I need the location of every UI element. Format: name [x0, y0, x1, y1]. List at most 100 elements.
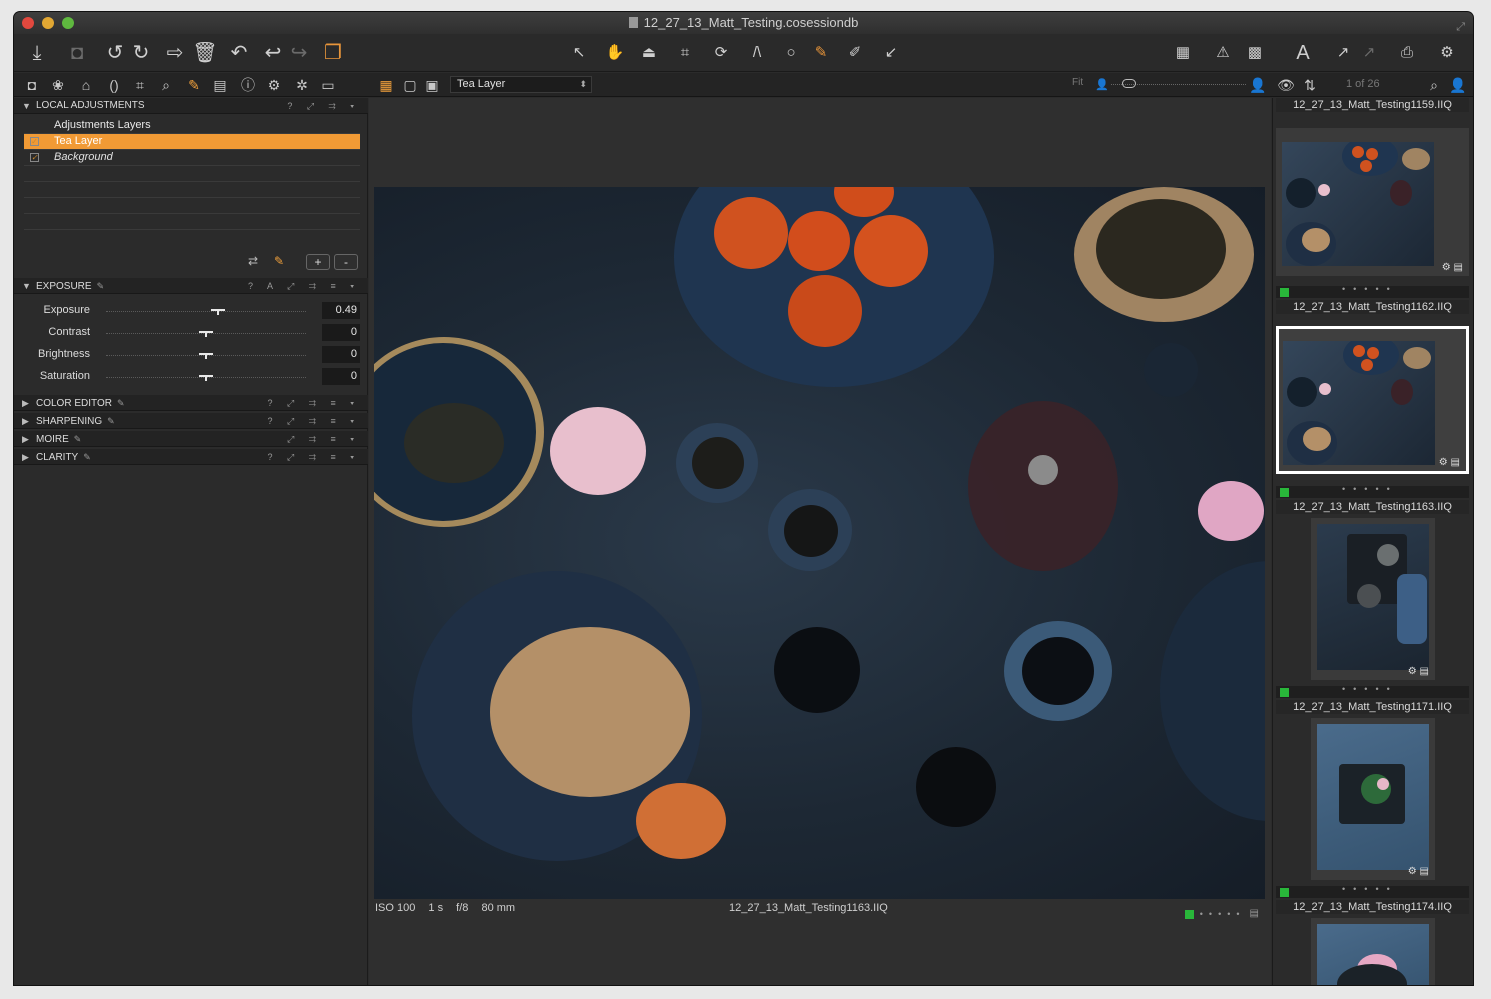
select-cursor-icon[interactable]: ↖ [566, 40, 592, 66]
minimize-window-button[interactable] [42, 17, 54, 29]
zoom-window-button[interactable] [62, 17, 74, 29]
section-tools-icon[interactable]: ⤢ ⇉ ≡ ▾ [287, 431, 360, 447]
crop-tab-icon[interactable]: ⌗ [130, 75, 150, 95]
focus-mask-icon[interactable]: ▩ [1242, 40, 1268, 66]
section-tools-icon[interactable]: ? ⤢ ⇉ ≡ ▾ [268, 413, 360, 429]
star-rating[interactable]: ••••• [1200, 909, 1246, 919]
slider-value[interactable]: 0 [322, 324, 360, 341]
color-tab-icon[interactable]: ❀ [48, 75, 68, 95]
add-layer-button[interactable]: + [306, 254, 330, 270]
sharpening-header[interactable]: ▶ SHARPENING ✎ ? ⤢ ⇉ ≡ ▾ [14, 413, 368, 429]
thumbnail-settings-icon[interactable]: ⚙ ▤ [1439, 457, 1460, 468]
layer-checkbox[interactable]: ✓ [30, 153, 39, 162]
move-to-icon[interactable]: ⇨ [162, 40, 188, 66]
camera-icon[interactable]: ◘ [64, 40, 90, 66]
brush-icon[interactable]: ✎ [808, 40, 834, 66]
color-tag-icon[interactable] [1280, 288, 1289, 297]
main-photo[interactable] [374, 187, 1265, 899]
export-icon[interactable]: ↗ [1330, 40, 1356, 66]
search-icon[interactable]: ⌕ [1424, 75, 1444, 95]
star-rating[interactable]: ••••• [1342, 884, 1398, 894]
section-tools-icon[interactable]: ? A ⤢ ⇉ ≡ ▾ [248, 278, 360, 294]
zoom-out-icon[interactable]: 👤 [1092, 75, 1112, 95]
zoom-in-icon[interactable]: 👤 [1248, 75, 1268, 95]
star-rating[interactable]: ••••• [1342, 284, 1398, 294]
batch-tab-icon[interactable]: ✲ [292, 75, 312, 95]
compare-view-icon[interactable]: ▣ [422, 75, 442, 95]
slider-knob[interactable] [199, 350, 213, 359]
sort-icon[interactable]: ⇅ [1300, 75, 1320, 95]
thumbnail[interactable]: ⚙ ▤ [1276, 128, 1469, 276]
grid-overlay-icon[interactable]: ▦ [1170, 40, 1196, 66]
single-view-icon[interactable]: ▢ [400, 75, 420, 95]
redo-icon[interactable]: ↪ [286, 40, 312, 66]
brush-icon[interactable]: ✎ [270, 254, 288, 270]
thumbnail-selected[interactable]: ⚙ ▤ [1276, 326, 1469, 474]
rotate-left-icon[interactable]: ↺ [102, 40, 128, 66]
settings-icon[interactable]: ⚙ [1434, 40, 1460, 66]
keystone-icon[interactable]: /\ [744, 40, 770, 66]
slider-knob[interactable] [199, 372, 213, 381]
remove-layer-button[interactable]: - [334, 254, 358, 270]
layer-row-tea[interactable]: ✓ Tea Layer [24, 134, 360, 150]
rotate-right-icon[interactable]: ↻ [128, 40, 154, 66]
star-rating[interactable]: ••••• [1342, 484, 1398, 494]
layer-options-icon[interactable]: ⇄ [244, 254, 262, 270]
local-adjustments-header[interactable]: ▼ LOCAL ADJUSTMENTS ? ⤢ ⇉ ▾ [14, 98, 368, 114]
variants-icon[interactable]: ❐ [320, 40, 346, 66]
color-picker-icon[interactable]: ✐ [842, 40, 868, 66]
copy-icon[interactable]: ↗ [1356, 40, 1382, 66]
slider-value[interactable]: 0 [322, 346, 360, 363]
slider-knob[interactable] [211, 306, 225, 315]
spot-removal-icon[interactable]: ○ [778, 40, 804, 66]
color-tag-icon[interactable] [1280, 488, 1289, 497]
eye-icon[interactable]: 👁 [1276, 75, 1296, 95]
slider-track[interactable] [106, 311, 306, 312]
library-tab-icon[interactable]: ▭ [318, 75, 338, 95]
fit-label[interactable]: Fit [1072, 77, 1083, 88]
lens-tab-icon[interactable]: () [104, 75, 124, 95]
section-tools-icon[interactable]: ? ⤢ ⇉ ▾ [287, 98, 360, 114]
local-adjustments-tab-icon[interactable]: ✎ [184, 75, 204, 95]
user-icon[interactable]: 👤 [1448, 75, 1468, 95]
layer-row-background[interactable]: ✓ Background [24, 150, 360, 166]
settings-tab-icon[interactable]: ⚙ [264, 75, 284, 95]
delete-icon[interactable]: 🗑 [192, 40, 218, 66]
undo-icon[interactable]: ↩ [260, 40, 286, 66]
thumbnail-settings-icon[interactable]: ⚙ ▤ [1442, 262, 1463, 273]
crop-icon[interactable]: ⌗ [672, 40, 698, 66]
color-tag-icon[interactable] [1280, 888, 1289, 897]
slider-value[interactable]: 0 [322, 368, 360, 385]
color-editor-header[interactable]: ▶ COLOR EDITOR ✎ ? ⤢ ⇉ ≡ ▾ [14, 395, 368, 411]
section-tools-icon[interactable]: ? ⤢ ⇉ ≡ ▾ [268, 395, 360, 411]
thumbnail-settings-icon[interactable]: ⚙ ▤ [1408, 866, 1429, 877]
slider-value[interactable]: 0.49 [322, 302, 360, 319]
color-tag-icon[interactable] [1280, 688, 1289, 697]
import-icon[interactable]: ⤓ [24, 40, 50, 66]
close-window-button[interactable] [22, 17, 34, 29]
rotate-icon[interactable]: ⟳ [708, 40, 734, 66]
warning-icon[interactable]: ⚠ [1210, 40, 1236, 66]
color-tag-icon[interactable] [1184, 909, 1194, 919]
clarity-header[interactable]: ▶ CLARITY ✎ ? ⤢ ⇉ ≡ ▾ [14, 449, 368, 465]
multi-view-icon[interactable]: ▦ [376, 75, 396, 95]
focus-tab-icon[interactable]: ⌕ [156, 75, 176, 95]
exposure-tab-icon[interactable]: ⌂ [76, 75, 96, 95]
text-icon[interactable]: A [1290, 40, 1316, 66]
thumbnail[interactable] [1311, 918, 1435, 985]
thumbnail-settings-icon[interactable]: ⚙ ▤ [1408, 666, 1429, 677]
camera-tab-icon[interactable]: ◘ [22, 75, 42, 95]
menu-icon[interactable]: ▤ [1250, 908, 1259, 919]
layer-checkbox[interactable]: ✓ [30, 137, 39, 146]
print-icon[interactable]: ⎙ [1394, 40, 1420, 66]
loupe-icon[interactable]: ⏏ [636, 40, 662, 66]
section-tools-icon[interactable]: ? ⤢ ⇉ ≡ ▾ [268, 449, 360, 465]
star-rating[interactable]: ••••• [1342, 684, 1398, 694]
copy-apply-icon[interactable]: ↙ [878, 40, 904, 66]
thumbnail[interactable]: ⚙ ▤ [1311, 718, 1435, 880]
info-tab-icon[interactable]: ⓘ [238, 75, 258, 95]
moire-header[interactable]: ▶ MOIRE ✎ ⤢ ⇉ ≡ ▾ [14, 431, 368, 447]
metadata-tab-icon[interactable]: ▤ [210, 75, 230, 95]
zoom-slider-knob[interactable] [1122, 79, 1136, 88]
exposure-header[interactable]: ▼ EXPOSURE ✎ ? A ⤢ ⇉ ≡ ▾ [14, 278, 368, 294]
